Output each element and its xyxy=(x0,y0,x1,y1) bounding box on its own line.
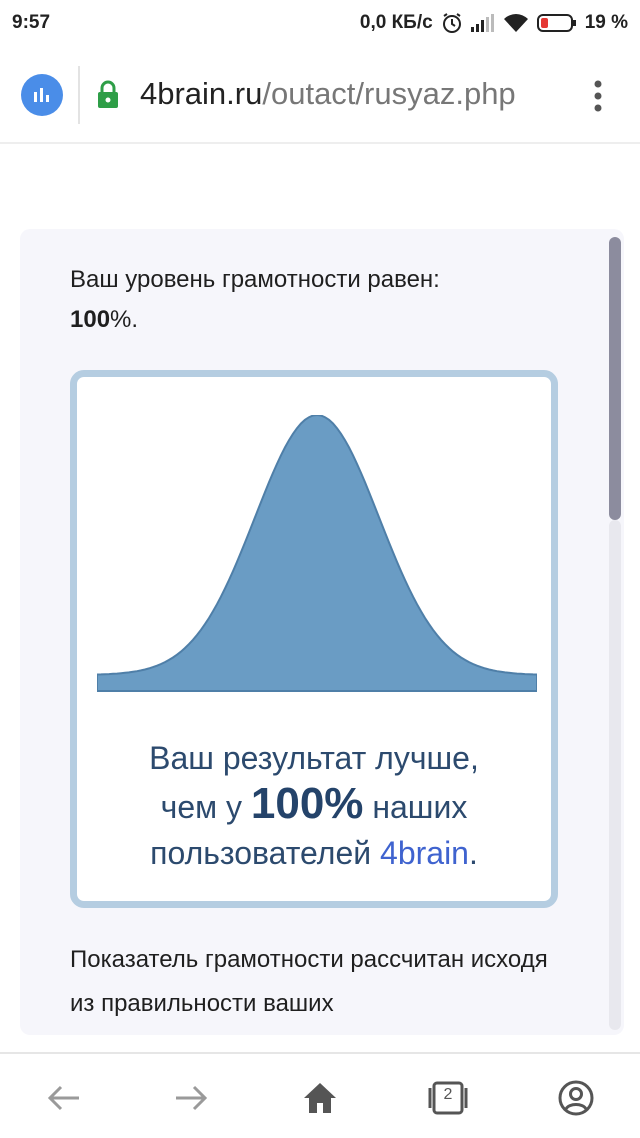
alarm-icon xyxy=(441,12,463,34)
tabs-icon[interactable]: 2 xyxy=(424,1074,472,1122)
address-bar: 4brain.ru/outact/rusyaz.php xyxy=(0,46,640,144)
level-suffix: %. xyxy=(110,306,139,333)
home-icon[interactable] xyxy=(296,1074,344,1122)
distribution-chart xyxy=(97,415,537,692)
url-path: /outact/rusyaz.php xyxy=(262,76,516,111)
tab-count: 2 xyxy=(443,1086,453,1103)
result-box: Ваш результат лучше, чем у 100% наших по… xyxy=(70,370,558,908)
network-speed: 0,0 КБ/с xyxy=(359,12,433,33)
result-comparison-text: Ваш результат лучше, чем у 100% наших по… xyxy=(77,735,551,876)
result-percent: 100% xyxy=(250,779,364,828)
wifi-icon xyxy=(503,13,529,33)
bottom-navigation: 2 xyxy=(0,1052,640,1138)
forward-arrow-icon[interactable] xyxy=(167,1074,215,1122)
result-line-3: пользователей xyxy=(150,835,381,871)
lock-icon[interactable] xyxy=(96,80,120,115)
brand-link[interactable]: 4brain xyxy=(380,835,469,871)
status-icons: 0,0 КБ/с 19 % xyxy=(360,12,628,34)
more-vert-icon[interactable] xyxy=(588,76,608,116)
bar-chart-icon[interactable] xyxy=(21,74,63,116)
literacy-level-text: Ваш уровень грамотности равен: 100%. xyxy=(70,260,550,340)
bell-curve-area xyxy=(97,415,537,692)
status-bar: 9:57 0,0 КБ/с 19 % xyxy=(0,0,640,46)
result-pre: чем у xyxy=(160,789,251,825)
result-post: наших xyxy=(363,789,468,825)
battery-icon xyxy=(536,13,577,33)
back-arrow-icon[interactable] xyxy=(40,1074,88,1122)
url-domain: 4brain.ru xyxy=(140,76,263,111)
url-field[interactable]: 4brain.ru/outact/rusyaz.php xyxy=(140,74,516,114)
signal-icon xyxy=(470,14,495,32)
profile-icon[interactable] xyxy=(552,1074,600,1122)
level-label: Ваш уровень грамотности равен: xyxy=(70,266,440,293)
scrollbar-track[interactable] xyxy=(609,520,621,1030)
battery-level: 19 % xyxy=(584,12,628,33)
scrollbar-thumb[interactable] xyxy=(609,237,621,520)
status-time: 9:57 xyxy=(12,12,51,33)
result-end: . xyxy=(468,835,478,871)
result-line-1: Ваш результат лучше, xyxy=(149,740,479,776)
explanation-text: Показатель грамотности рассчитан исходя … xyxy=(70,946,548,1017)
address-divider xyxy=(78,66,80,124)
level-value: 100 xyxy=(70,306,111,333)
